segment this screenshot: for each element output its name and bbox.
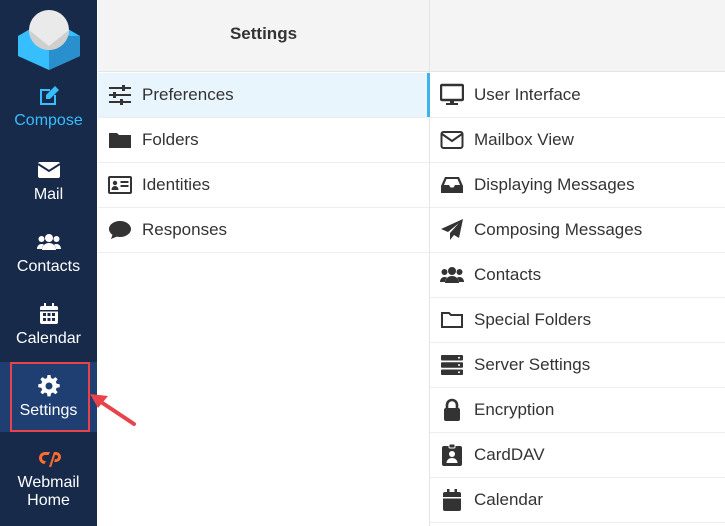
id-card-icon	[108, 176, 132, 194]
settings-item-label: Folders	[142, 130, 199, 149]
folder-outline-icon	[441, 312, 463, 328]
cpanel-icon	[38, 452, 61, 467]
settings-item-identities[interactable]: Identities	[98, 163, 429, 208]
pref-item-label: Special Folders	[474, 310, 592, 329]
pref-item-label: Mailbox View	[474, 130, 574, 149]
lock-icon	[444, 398, 460, 421]
left-nav: Compose Mail Contacts Calendar Settings …	[0, 0, 97, 526]
calendar-icon	[39, 303, 58, 324]
pref-item-server-settings[interactable]: Server Settings	[430, 343, 725, 388]
paper-plane-icon	[441, 219, 463, 240]
pref-item-calendar[interactable]: Calendar	[430, 478, 725, 523]
sliders-icon	[109, 85, 131, 105]
nav-mail-label: Mail	[33, 186, 64, 203]
nav-compose-label: Compose	[14, 112, 83, 129]
pref-item-special-folders[interactable]: Special Folders	[430, 298, 725, 343]
pref-item-user-interface[interactable]: User Interface	[430, 73, 725, 118]
speech-bubble-icon	[109, 221, 131, 239]
nav-contacts-label: Contacts	[16, 258, 81, 275]
preferences-header	[430, 0, 725, 72]
pref-item-label: Server Settings	[474, 355, 591, 374]
inbox-tray-icon	[441, 177, 463, 193]
settings-item-preferences[interactable]: Preferences	[98, 73, 430, 118]
settings-item-label: Preferences	[142, 85, 234, 104]
settings-header: Settings	[98, 0, 429, 72]
calendar-icon	[443, 489, 461, 511]
users-icon	[440, 267, 464, 283]
nav-compose[interactable]: Compose	[0, 84, 97, 130]
settings-item-folders[interactable]: Folders	[98, 118, 429, 163]
nav-calendar-label: Calendar	[16, 330, 81, 347]
settings-item-label: Identities	[142, 175, 211, 194]
pref-item-contacts[interactable]: Contacts	[430, 253, 725, 298]
contact-card-icon	[442, 443, 462, 466]
nav-contacts[interactable]: Contacts	[0, 230, 97, 276]
gear-icon	[37, 375, 60, 397]
monitor-icon	[440, 83, 464, 105]
settings-section-list: Settings Preferences Folders Identities	[98, 0, 430, 526]
nav-settings-label: Settings	[19, 402, 78, 419]
envelope-outline-icon	[440, 131, 464, 149]
pref-item-label: Calendar	[474, 490, 543, 509]
pref-item-carddav[interactable]: CardDAV	[430, 433, 725, 478]
nav-webmail-home[interactable]: Webmail Home	[0, 446, 97, 510]
pref-item-mailbox-view[interactable]: Mailbox View	[430, 118, 725, 163]
settings-item-responses[interactable]: Responses	[98, 208, 429, 253]
pref-item-label: Composing Messages	[474, 220, 643, 239]
preferences-section-list: User Interface Mailbox View Displaying M…	[430, 0, 725, 526]
folder-icon	[109, 133, 131, 148]
compose-icon	[39, 86, 59, 105]
pref-item-label: Encryption	[474, 400, 555, 419]
envelope-icon	[36, 162, 61, 178]
pref-item-encryption[interactable]: Encryption	[430, 388, 725, 433]
users-icon	[36, 234, 61, 250]
pref-item-label: CardDAV	[474, 445, 545, 464]
server-icon	[441, 355, 463, 375]
pref-item-label: Contacts	[474, 265, 542, 284]
pref-item-label: Displaying Messages	[474, 175, 635, 194]
roundcube-logo[interactable]	[16, 6, 82, 70]
nav-webmail-home-label: Webmail Home	[17, 474, 80, 509]
nav-calendar[interactable]: Calendar	[0, 302, 97, 348]
nav-mail[interactable]: Mail	[0, 158, 97, 204]
nav-settings[interactable]: Settings	[0, 362, 97, 432]
settings-item-label: Responses	[142, 220, 228, 239]
pref-item-composing-messages[interactable]: Composing Messages	[430, 208, 725, 253]
page-title: Settings	[229, 24, 298, 43]
pref-item-label: User Interface	[474, 85, 581, 104]
pref-item-displaying-messages[interactable]: Displaying Messages	[430, 163, 725, 208]
